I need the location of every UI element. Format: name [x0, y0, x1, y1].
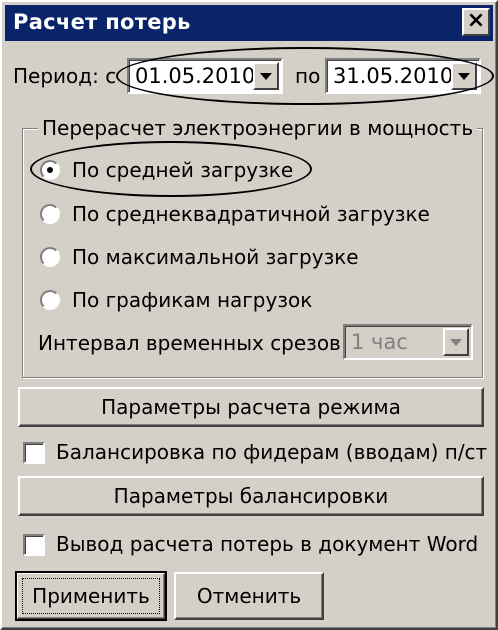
window-title: Расчет потерь: [13, 10, 191, 34]
word-export-label[interactable]: Вывод расчета потерь в документ Word: [56, 532, 478, 556]
interval-value: 1 час: [351, 330, 408, 354]
dialog-window: Расчет потерь × Период: с 01.05.2010 по …: [0, 0, 498, 630]
balance-feeders-checkbox[interactable]: [23, 442, 45, 464]
chevron-down-icon: [458, 73, 470, 80]
title-bar[interactable]: Расчет потерь ×: [5, 5, 493, 41]
period-label: Период: с: [13, 64, 117, 88]
radio-average-load-label[interactable]: По средней загрузке: [72, 158, 293, 182]
period-from-value: 01.05.2010: [135, 64, 256, 88]
close-button[interactable]: ×: [462, 8, 490, 36]
radio-load-schedules-label[interactable]: По графикам нагрузок: [72, 288, 312, 312]
period-from-dropdown-button[interactable]: [253, 62, 279, 90]
cancel-button-label: Отменить: [196, 584, 302, 608]
radio-average-load[interactable]: [40, 160, 60, 180]
radio-max-load[interactable]: [40, 247, 60, 267]
period-to-label: по: [295, 64, 321, 88]
chevron-down-icon: [450, 339, 462, 346]
radio-max-load-label[interactable]: По максимальной загрузке: [72, 245, 359, 269]
close-icon: ×: [466, 8, 486, 33]
period-from-dropdown[interactable]: 01.05.2010: [127, 58, 283, 94]
balance-feeders-label[interactable]: Балансировка по фидерам (вводам) п/ст: [56, 440, 487, 464]
period-to-dropdown-button[interactable]: [451, 62, 477, 90]
interval-dropdown-button[interactable]: [443, 328, 469, 356]
interval-label: Интервал временных срезов: [38, 331, 341, 355]
interval-dropdown[interactable]: 1 час: [343, 324, 473, 360]
period-to-value: 31.05.2010: [333, 64, 454, 88]
mode-params-button-label: Параметры расчета режима: [101, 395, 401, 419]
radio-rms-load[interactable]: [40, 204, 60, 224]
radio-selected-dot: [47, 167, 53, 173]
period-to-dropdown[interactable]: 31.05.2010: [325, 58, 481, 94]
word-export-checkbox[interactable]: [23, 534, 45, 556]
balance-params-button-label: Параметры балансировки: [113, 484, 389, 508]
mode-params-button[interactable]: Параметры расчета режима: [18, 387, 484, 427]
chevron-down-icon: [260, 73, 272, 80]
recalc-group-title: Перерасчет электроэнергии в мощность: [38, 116, 478, 140]
radio-load-schedules[interactable]: [40, 290, 60, 310]
cancel-button[interactable]: Отменить: [174, 572, 324, 620]
balance-params-button[interactable]: Параметры балансировки: [18, 476, 484, 516]
apply-button-label: Применить: [32, 584, 150, 608]
radio-rms-load-label[interactable]: По среднеквадратичной загрузке: [72, 202, 430, 226]
apply-button[interactable]: Применить: [15, 571, 167, 621]
